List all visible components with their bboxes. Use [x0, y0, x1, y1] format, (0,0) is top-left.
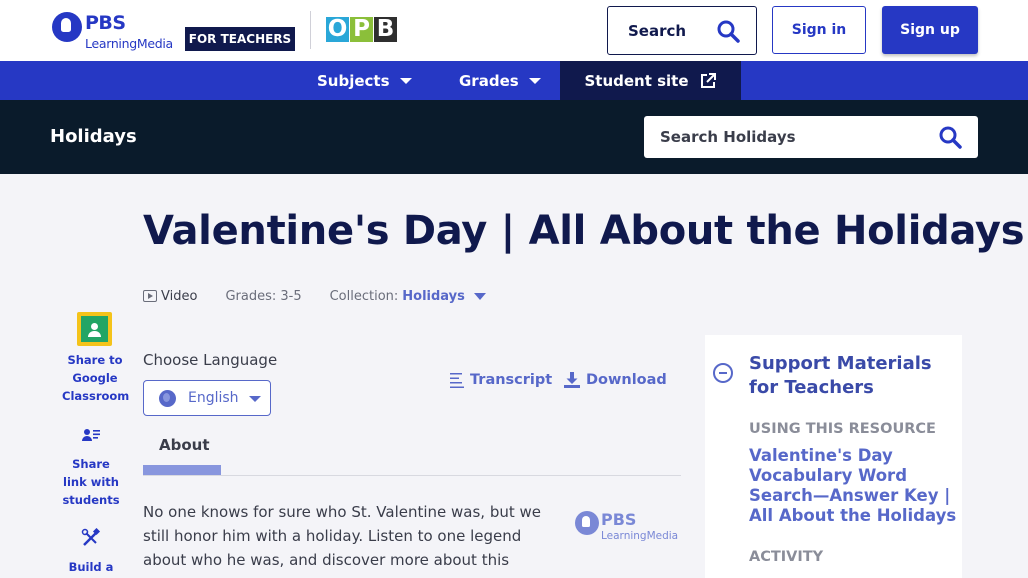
page-title: Valentine's Day | All About the Holidays: [143, 208, 1025, 254]
header-search-label: Search: [628, 22, 687, 40]
using-resource-heading: USING THIS RESOURCE: [749, 421, 936, 437]
chevron-down-icon: [528, 77, 541, 84]
activity-heading: ACTIVITY: [749, 549, 824, 565]
nav-student-site[interactable]: Student site: [560, 61, 741, 100]
globe-icon: [159, 390, 176, 407]
build-lesson-icon[interactable]: [81, 528, 101, 548]
chevron-down-icon: [249, 396, 261, 402]
logo-text: PBS: [85, 12, 126, 34]
video-icon: [143, 290, 157, 302]
share-students-icon[interactable]: [81, 428, 101, 444]
watermark-logo-subtext: LearningMedia: [601, 530, 679, 542]
collection-search-input[interactable]: Search Holidays: [644, 116, 978, 158]
watermark-logo-text: PBS: [601, 510, 637, 529]
nav-student-site-label: Student site: [584, 71, 689, 90]
pbs-learningmedia-logo[interactable]: PBS LearningMedia: [52, 12, 176, 52]
collection-link[interactable]: Holidays: [402, 289, 465, 304]
support-title[interactable]: Support Materials for Teachers: [749, 352, 959, 400]
language-value: English: [188, 390, 239, 406]
opb-logo-b: B: [374, 17, 397, 42]
nav-grades-label: Grades: [459, 71, 519, 90]
nav-subjects[interactable]: Subjects: [317, 61, 412, 100]
collection-header: Holidays Search Holidays: [0, 100, 1028, 174]
tab-divider: [143, 475, 681, 476]
search-icon: [717, 20, 740, 43]
chevron-down-icon[interactable]: [473, 292, 486, 300]
share-link-students[interactable]: Share link with students: [62, 455, 120, 509]
transcript-label: Transcript: [470, 372, 553, 388]
sign-up-button[interactable]: Sign up: [882, 6, 978, 54]
resource-grades: Grades: 3-5: [225, 288, 302, 304]
header-search-button[interactable]: Search: [607, 6, 757, 55]
header-divider: [310, 11, 311, 49]
support-materials-panel: Support Materials for Teachers USING THI…: [705, 335, 962, 578]
logo-subtext: LearningMedia: [85, 36, 173, 51]
nav-grades[interactable]: Grades: [459, 61, 541, 100]
transcript-button[interactable]: Transcript: [450, 372, 552, 388]
chevron-down-icon: [399, 77, 412, 84]
collection-search-placeholder: Search Holidays: [660, 128, 796, 146]
collection-title[interactable]: Holidays: [50, 126, 137, 147]
search-icon[interactable]: [938, 125, 962, 149]
pbs-head-icon: [575, 511, 599, 535]
sign-in-button[interactable]: Sign in: [772, 6, 866, 54]
resource-description: No one knows for sure who St. Valentine …: [143, 503, 542, 569]
opb-logo-o: O: [326, 16, 349, 42]
google-classroom-icon[interactable]: [77, 312, 112, 346]
nav-subjects-label: Subjects: [317, 71, 390, 90]
opb-logo-p: P: [350, 17, 373, 42]
share-google-classroom[interactable]: Share to Google Classroom: [62, 351, 129, 405]
download-label: Download: [586, 372, 667, 388]
download-icon: [564, 372, 580, 388]
pbs-head-icon: [52, 12, 82, 42]
build-lesson[interactable]: Build a: [62, 558, 120, 576]
for-teachers-badge: FOR TEACHERS: [185, 27, 295, 51]
support-material-link[interactable]: Valentine's Day Vocabulary Word Search—A…: [749, 446, 957, 526]
tab-about-label: About: [159, 436, 210, 454]
choose-language-label: Choose Language: [143, 351, 278, 369]
tab-active-indicator: [143, 465, 221, 475]
pbs-learningmedia-watermark: PBS LearningMedia: [575, 510, 679, 544]
transcript-icon: [450, 373, 464, 388]
language-select[interactable]: English: [143, 380, 271, 416]
collapse-icon[interactable]: [713, 363, 733, 383]
top-header: PBS LearningMedia FOR TEACHERS O P B Sea…: [0, 0, 1028, 61]
opb-logo[interactable]: O P B: [326, 17, 397, 43]
resource-type: Video: [161, 288, 198, 304]
collection-label: Collection:: [329, 288, 399, 304]
tab-about[interactable]: About: [143, 426, 221, 476]
download-button[interactable]: Download: [564, 372, 667, 388]
main-nav: Subjects Grades Student site: [0, 61, 1028, 100]
resource-meta: Video Grades: 3-5 Collection: Holidays: [143, 286, 486, 306]
external-link-icon: [700, 72, 716, 88]
